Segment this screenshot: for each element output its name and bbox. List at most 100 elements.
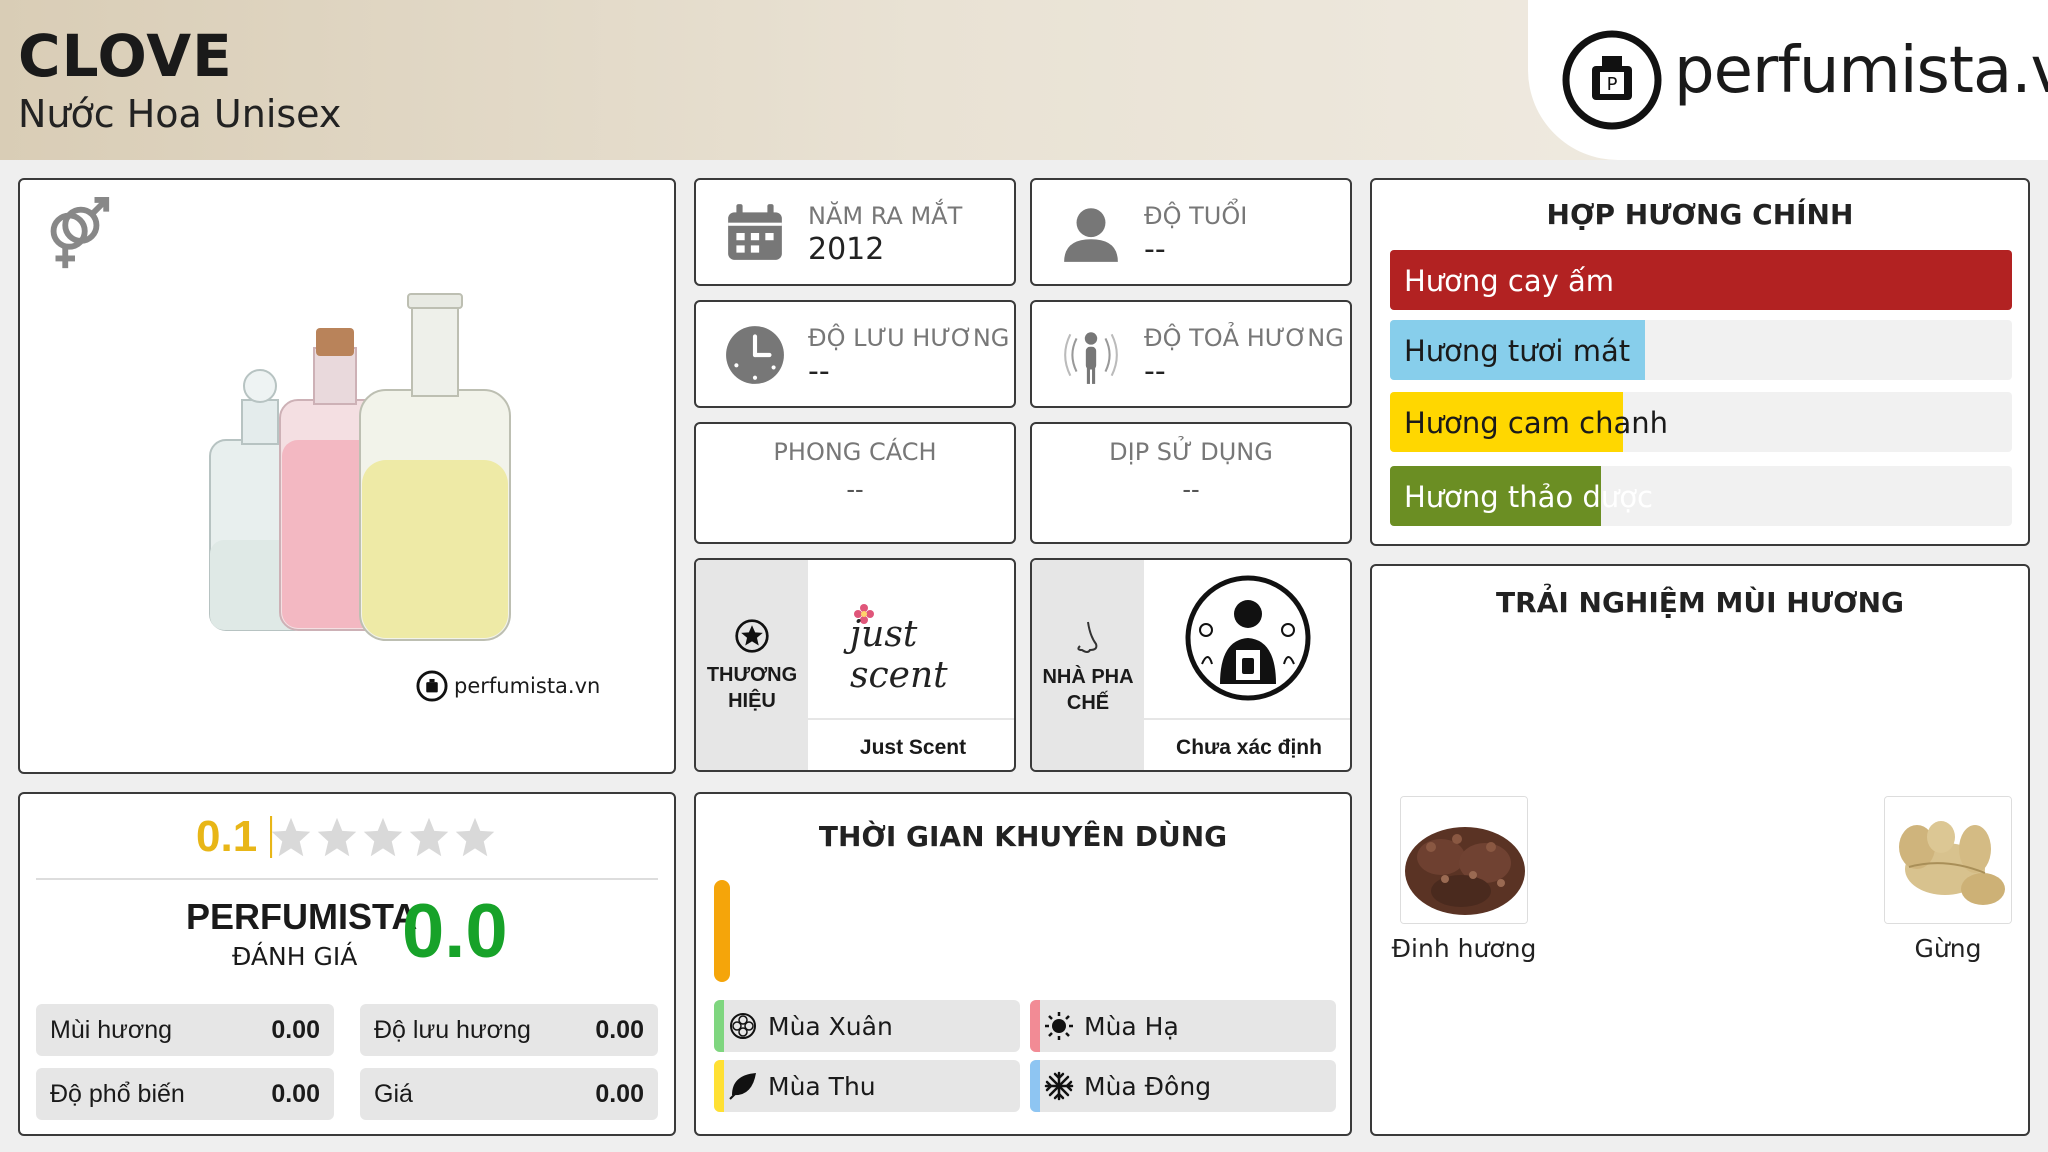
occasion-card: DỊP SỬ DỤNG --: [1030, 422, 1352, 544]
sillage-card: ĐỘ TOẢ HƯƠNG --: [1030, 300, 1352, 408]
perfumista-score: 0.0: [402, 889, 508, 974]
stat-popularity: Độ phổ biến 0.00: [36, 1068, 334, 1120]
season-summer-bar: [1030, 1000, 1040, 1052]
person-icon: [1064, 208, 1118, 262]
star-icon[interactable]: [362, 816, 404, 858]
site-logo[interactable]: P perfumista.vn: [1528, 0, 2048, 160]
stat-longevity-value: 0.00: [595, 1016, 644, 1044]
perfumista-rating-label: PERFUMISTA: [186, 896, 418, 937]
main-accords-card: HỢP HƯƠNG CHÍNH Hương cay ấm Hương tươi m…: [1370, 178, 2030, 546]
accord-label: Hương tươi mát: [1404, 334, 1631, 368]
style-card: PHONG CÁCH --: [694, 422, 1016, 544]
accord-bar: Hương cay ấm: [1390, 250, 2012, 310]
leaf-icon: [729, 1073, 756, 1100]
ginger-icon: [1885, 797, 2011, 923]
svg-text:P: P: [1607, 74, 1618, 95]
brand-label-line2: HIỆU: [728, 690, 776, 712]
star-badge-icon: [735, 619, 769, 653]
release-year-label: NĂM RA MẮT: [808, 202, 963, 230]
flower-icon: [730, 1013, 756, 1039]
release-year-card: NĂM RA MẮT 2012: [694, 178, 1016, 286]
occasion-label: DỊP SỬ DỤNG: [1109, 438, 1273, 466]
sun-icon: [1045, 1012, 1073, 1040]
unisex-gender-icon: [50, 196, 110, 269]
season-summer-name: Mùa Hạ: [1084, 1012, 1179, 1041]
note-ginger-name: Gừng: [1914, 934, 1982, 963]
brand-label-panel: THƯƠNG HIỆU: [696, 560, 808, 770]
perfumer-avatar-icon: [1185, 575, 1311, 701]
perfume-bottles-image: [209, 293, 511, 641]
brand-logo-text: just scent: [850, 614, 948, 696]
style-value: --: [846, 474, 864, 504]
recommended-time-card: THỜI GIAN KHUYÊN DÙNG Mùa Xuân Mùa Hạ Mù…: [694, 792, 1352, 1136]
note-clove-name: Đinh hương: [1391, 934, 1537, 963]
watermark-text: perfumista.vn: [454, 674, 601, 698]
main-accords-title: HỢP HƯƠNG CHÍNH: [1546, 198, 1854, 231]
nose-icon: [1077, 621, 1098, 653]
clove-icon: [1401, 797, 1527, 923]
accord-label: Hương thảo dược: [1404, 480, 1653, 514]
perfumer-label-panel: NHÀ PHA CHẾ: [1032, 560, 1144, 770]
page-header: CLOVE Nước Hoa Unisex P perfumista.vn: [0, 0, 2048, 160]
brand-card[interactable]: THƯƠNG HIỆU just scent Just Scent: [694, 558, 1016, 772]
season-winter-bar: [1030, 1060, 1040, 1112]
accord-label: Hương cam chanh: [1404, 406, 1668, 440]
product-title: CLOVE: [18, 22, 233, 90]
season-winter-name: Mùa Đông: [1084, 1072, 1212, 1101]
season-summer: Mùa Hạ: [1030, 1000, 1336, 1052]
longevity-card: ĐỘ LƯU HƯƠNG --: [694, 300, 1016, 408]
stat-price: Giá 0.00: [360, 1068, 658, 1120]
product-subtitle: Nước Hoa Unisex: [18, 92, 342, 136]
season-spring-bar: [714, 1000, 724, 1052]
longevity-value: --: [808, 354, 830, 389]
day-time-bar: [714, 880, 730, 982]
calendar-icon: [728, 204, 782, 260]
longevity-label: ĐỘ LƯU HƯƠNG: [808, 324, 1010, 352]
perfumer-card[interactable]: NHÀ PHA CHẾ Chưa xác định: [1030, 558, 1352, 772]
scent-experience-title: TRẢI NGHIỆM MÙI HƯƠNG: [1496, 586, 1904, 619]
image-watermark: perfumista.vn: [416, 670, 600, 702]
recommended-time-title: THỜI GIAN KHUYÊN DÙNG: [818, 820, 1228, 853]
season-autumn: Mùa Thu: [714, 1060, 1020, 1112]
style-label: PHONG CÁCH: [773, 438, 937, 466]
season-autumn-bar: [714, 1060, 724, 1112]
age-label: ĐỘ TUỔI: [1144, 202, 1248, 230]
scent-experience-card: TRẢI NGHIỆM MÙI HƯƠNG Đinh hương Gừng: [1370, 564, 2030, 1136]
age-card: ĐỘ TUỔI --: [1030, 178, 1352, 286]
star-icon[interactable]: [454, 816, 496, 858]
perfume-bottle-logo-icon: P: [1562, 30, 1662, 130]
perfumer-label-line2: CHẾ: [1066, 692, 1110, 714]
sillage-value: --: [1144, 354, 1166, 389]
star-icon[interactable]: [270, 816, 312, 858]
season-winter: Mùa Đông: [1030, 1060, 1336, 1112]
person-radiating-icon: [1064, 332, 1118, 384]
age-value: --: [1144, 232, 1166, 267]
perfumista-rating-sublabel: ĐÁNH GIÁ: [232, 942, 358, 971]
stat-scent: Mùi hương 0.00: [36, 1004, 334, 1056]
note-ginger-image[interactable]: [1884, 796, 2012, 924]
stat-popularity-name: Độ phổ biến: [50, 1080, 185, 1108]
stat-longevity: Độ lưu hương 0.00: [360, 1004, 658, 1056]
accord-label: Hương cay ấm: [1404, 264, 1615, 298]
season-autumn-name: Mùa Thu: [768, 1072, 876, 1101]
sillage-label: ĐỘ TOẢ HƯƠNG: [1144, 324, 1344, 352]
accord-bar: Hương thảo dược: [1390, 466, 2012, 526]
perfumer-name[interactable]: Chưa xác định: [1144, 718, 1350, 770]
star-icon[interactable]: [408, 816, 450, 858]
note-clove-image[interactable]: [1400, 796, 1528, 924]
stat-price-value: 0.00: [595, 1080, 644, 1108]
perfumer-label-line1: NHÀ PHA: [1042, 666, 1134, 688]
stat-price-name: Giá: [374, 1080, 413, 1108]
brand-logo: just scent: [808, 560, 1014, 716]
perfume-bottle-logo-icon: [416, 670, 448, 702]
brand-label-line1: THƯƠNG: [706, 664, 798, 686]
brand-name[interactable]: Just Scent: [808, 718, 1014, 770]
product-image-card: perfumista.vn: [18, 178, 676, 774]
season-spring-name: Mùa Xuân: [768, 1012, 893, 1041]
star-icon[interactable]: [316, 816, 358, 858]
stat-longevity-name: Độ lưu hương: [374, 1016, 531, 1044]
stat-popularity-value: 0.00: [271, 1080, 320, 1108]
rating-divider: [36, 878, 658, 880]
release-year-value: 2012: [808, 232, 885, 267]
clock-icon: [726, 326, 784, 384]
